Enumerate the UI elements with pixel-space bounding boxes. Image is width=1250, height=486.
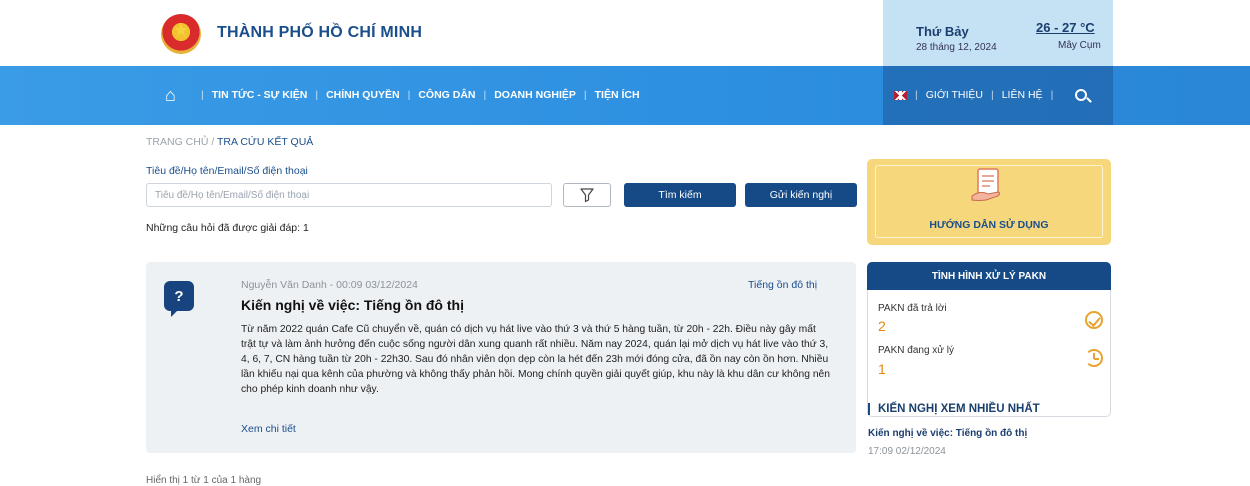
petition-meta: Nguyễn Văn Danh - 00:09 03/12/2024 <box>241 279 418 291</box>
most-viewed-title: KIẾN NGHỊ XEM NHIỀU NHẤT <box>868 403 1040 415</box>
user-guide-label[interactable]: HƯỚNG DẪN SỬ DỤNG <box>867 219 1111 231</box>
nav-separator: | <box>915 89 918 101</box>
nav-item-news[interactable]: TIN TỨC - SỰ KIỆN <box>212 89 308 101</box>
nav-separator: | <box>483 89 487 101</box>
status-panel-title: TÌNH HÌNH XỬ LÝ PAKN <box>867 262 1111 290</box>
home-icon[interactable]: ⌂ <box>165 86 185 104</box>
check-circle-icon <box>1085 311 1103 329</box>
document-hand-icon <box>971 168 1000 201</box>
view-detail-link[interactable]: Xem chi tiết <box>241 423 296 435</box>
nav-item-utilities[interactable]: TIỆN ÍCH <box>595 89 640 101</box>
breadcrumb: TRANG CHỦ / TRA CỨU KẾT QUẢ <box>146 136 313 148</box>
nav-separator: | <box>1050 89 1054 101</box>
breadcrumb-home[interactable]: TRANG CHỦ / <box>146 136 214 148</box>
weather-description: Mây Cụm <box>1058 40 1101 51</box>
filter-button[interactable] <box>563 183 611 207</box>
emblem-star-icon: ★ <box>172 20 190 40</box>
search-field-label: Tiêu đề/Họ tên/Email/Số điện thoại <box>146 165 308 177</box>
nav-right-menu: | GIỚI THIỆU | LIÊN HỆ | <box>894 89 1088 101</box>
send-petition-button[interactable]: Gửi kiến nghị <box>745 183 857 207</box>
nav-separator: | <box>407 89 411 101</box>
nav-item-contact[interactable]: LIÊN HỆ <box>1002 89 1043 101</box>
petition-category-tag[interactable]: Tiếng ồn đô thị <box>748 279 817 291</box>
weather-date: 28 tháng 12, 2024 <box>916 42 997 53</box>
search-icon[interactable] <box>1075 89 1088 101</box>
search-button[interactable]: Tìm kiếm <box>624 183 736 207</box>
answered-value: 2 <box>878 318 886 334</box>
weather-day: Thứ Bảy <box>916 24 969 39</box>
processing-label: PAKN đang xử lý <box>878 345 954 356</box>
pagination-info: Hiển thị 1 từ 1 của 1 hàng <box>146 475 262 486</box>
history-icon <box>1085 349 1103 367</box>
nav-item-government[interactable]: CHÍNH QUYỀN <box>326 89 400 101</box>
petition-title[interactable]: Kiến nghị về việc: Tiếng ồn đô thị <box>241 297 464 313</box>
most-viewed-item[interactable]: Kiến nghị về việc: Tiếng ồn đô thị <box>868 428 1027 439</box>
nav-separator: | <box>201 89 204 101</box>
nav-item-business[interactable]: DOANH NGHIỆP <box>494 89 576 101</box>
search-input[interactable] <box>146 183 552 207</box>
nav-item-about[interactable]: GIỚI THIỆU <box>926 89 983 101</box>
weather-temperature[interactable]: 26 - 27 °C <box>1036 20 1095 35</box>
question-icon: ? <box>164 281 194 317</box>
nav-menu: | TIN TỨC - SỰ KIỆN | CHÍNH QUYỀN | CÔNG… <box>193 89 640 101</box>
city-title[interactable]: THÀNH PHỐ HỒ CHÍ MINH <box>217 24 422 42</box>
breadcrumb-current: TRA CỨU KẾT QUẢ <box>216 136 314 148</box>
answered-label: PAKN đã trả lời <box>878 303 947 314</box>
nav-separator: | <box>315 89 319 101</box>
petition-body: Từ năm 2022 quán Cafe Cũ chuyển về, quán… <box>241 324 831 395</box>
nav-separator: | <box>990 89 994 101</box>
processing-value: 1 <box>878 361 886 377</box>
filter-icon <box>580 188 594 203</box>
nav-separator: | <box>583 89 587 101</box>
nav-item-citizens[interactable]: CÔNG DÂN <box>418 89 475 101</box>
answered-count: Những câu hỏi đã được giải đáp: 1 <box>146 222 309 234</box>
most-viewed-time: 17:09 02/12/2024 <box>868 446 946 457</box>
english-flag-icon[interactable] <box>894 90 907 100</box>
